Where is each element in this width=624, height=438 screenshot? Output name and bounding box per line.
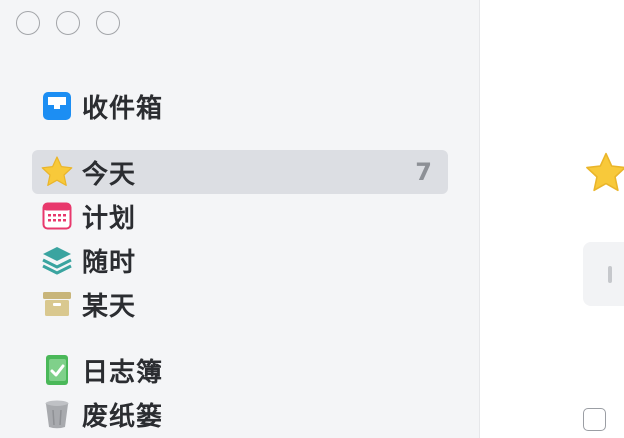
sidebar-item-label: 随时	[82, 247, 137, 278]
close-window-button[interactable]	[16, 11, 40, 35]
sidebar-item-label: 收件箱	[82, 93, 164, 124]
new-todo-input[interactable]	[583, 242, 624, 306]
sidebar-item-label: 今天	[82, 159, 137, 190]
sidebar-item-inbox[interactable]: 收件箱	[32, 84, 448, 128]
sidebar-item-logbook[interactable]: 日志簿	[32, 348, 448, 392]
main-content	[481, 0, 624, 438]
sidebar-item-upcoming[interactable]: 计划	[32, 194, 448, 238]
sidebar-item-label: 日志簿	[82, 357, 164, 388]
trash-icon	[32, 399, 82, 429]
sidebar-item-label: 某天	[82, 291, 137, 322]
window-controls	[16, 11, 120, 35]
star-icon	[584, 151, 624, 199]
star-icon	[32, 155, 82, 189]
todo-checkbox[interactable]	[583, 408, 606, 431]
item-count-badge: 7	[415, 158, 432, 186]
minimize-window-button[interactable]	[56, 11, 80, 35]
sidebar: 收件箱 今天 7 计划 随时 某天 日志簿 废纸篓	[0, 0, 480, 438]
sidebar-item-label: 废纸篓	[82, 401, 164, 432]
text-caret	[608, 266, 612, 283]
layers-icon	[32, 245, 82, 275]
sidebar-item-anytime[interactable]: 随时	[32, 238, 448, 282]
logbook-icon	[32, 354, 82, 386]
sidebar-item-today[interactable]: 今天 7	[32, 150, 448, 194]
archive-box-icon	[32, 290, 82, 318]
sidebar-item-someday[interactable]: 某天	[32, 282, 448, 326]
zoom-window-button[interactable]	[96, 11, 120, 35]
sidebar-item-trash[interactable]: 废纸篓	[32, 392, 448, 436]
sidebar-item-label: 计划	[82, 203, 137, 234]
inbox-icon	[32, 91, 82, 121]
calendar-icon	[32, 201, 82, 231]
